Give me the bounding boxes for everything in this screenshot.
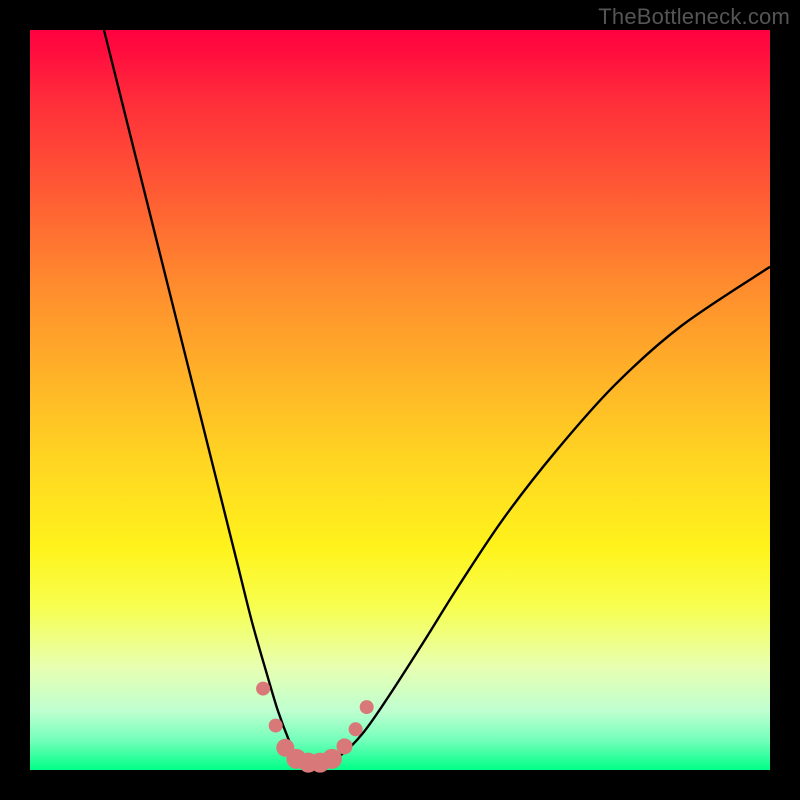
- chart-container: TheBottleneck.com: [0, 0, 800, 800]
- v-curve: [104, 30, 770, 764]
- curve-marker: [269, 719, 283, 733]
- curve-marker: [360, 700, 374, 714]
- curve-marker: [256, 682, 270, 696]
- curve-layer: [0, 0, 800, 800]
- curve-marker: [337, 738, 353, 754]
- curve-marker: [349, 722, 363, 736]
